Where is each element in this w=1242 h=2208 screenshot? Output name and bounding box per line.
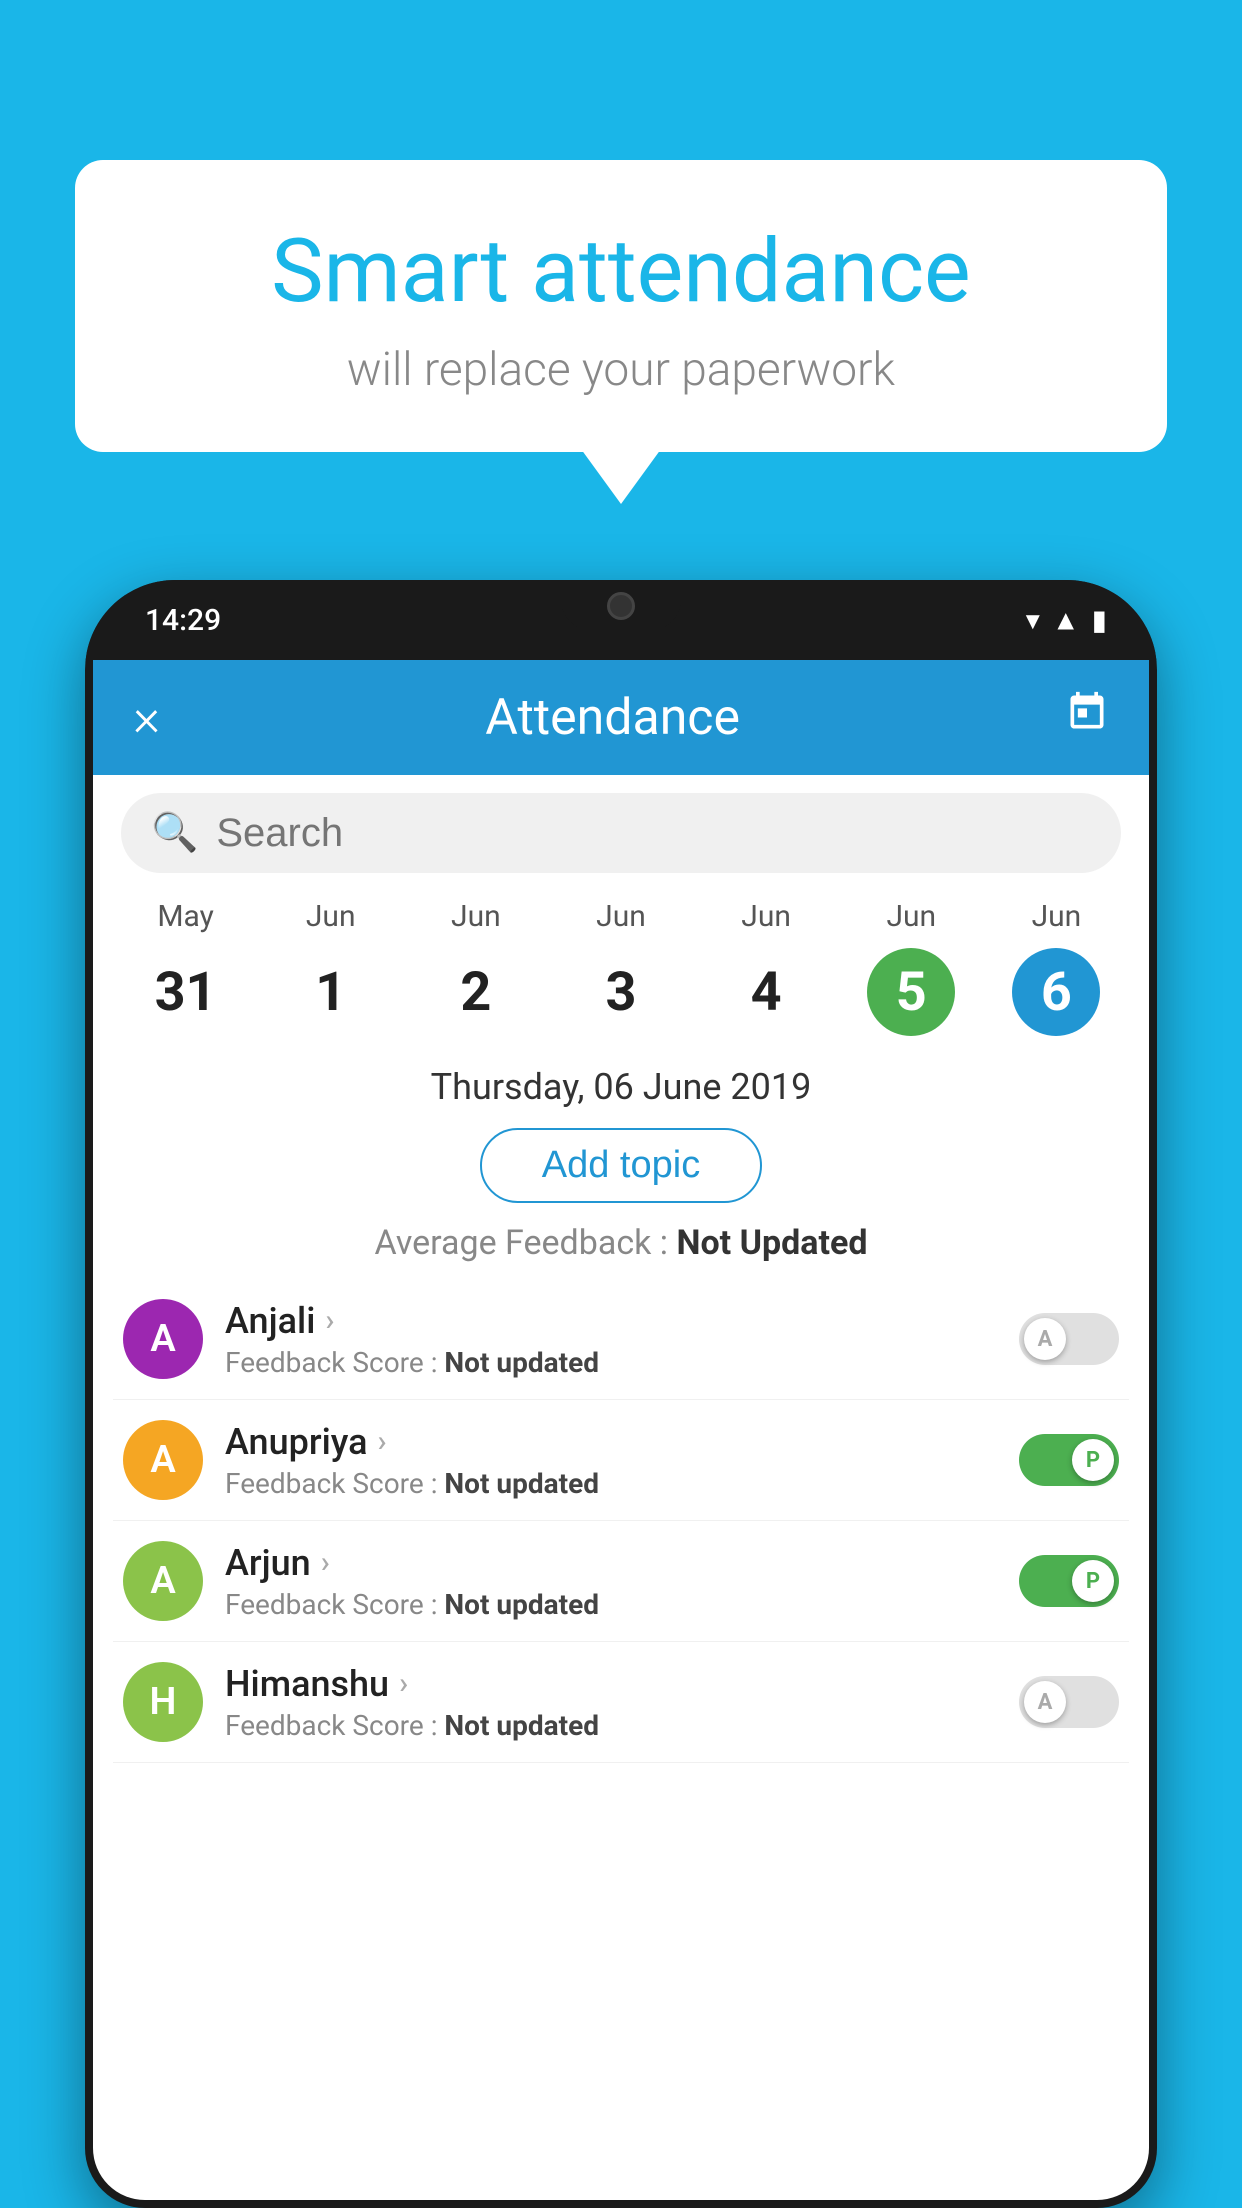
student-row[interactable]: A Arjun › Feedback Score : Not updated P (113, 1521, 1129, 1642)
student-avatar: A (123, 1420, 203, 1500)
month-jun1: Jun (258, 899, 403, 934)
student-row[interactable]: A Anjali › Feedback Score : Not updated … (113, 1279, 1129, 1400)
date-5-today[interactable]: 5 (839, 944, 984, 1040)
toggle-knob: P (1072, 1560, 1114, 1602)
phone-notch (561, 580, 681, 630)
calendar-dates: 31 1 2 3 4 5 6 (93, 934, 1149, 1050)
avg-feedback-label: Average Feedback : (375, 1223, 669, 1263)
calendar-icon[interactable] (1065, 690, 1109, 746)
student-avatar: A (123, 1299, 203, 1379)
speech-bubble: Smart attendance will replace your paper… (75, 160, 1167, 452)
student-row[interactable]: H Himanshu › Feedback Score : Not update… (113, 1642, 1129, 1763)
signal-icon: ▲ (1052, 604, 1080, 637)
front-camera (607, 592, 635, 620)
search-input[interactable] (216, 811, 1091, 856)
attendance-toggle[interactable]: A (1019, 1676, 1119, 1728)
month-jun4: Jun (694, 899, 839, 934)
attendance-toggle[interactable]: A (1019, 1313, 1119, 1365)
selected-date: Thursday, 06 June 2019 (93, 1050, 1149, 1116)
close-button[interactable]: × (133, 687, 160, 748)
month-jun2: Jun (403, 899, 548, 934)
search-icon: 🔍 (151, 811, 198, 855)
phone-frame: 14:29 ▾ ▲ ▮ × Attendance 🔍 (85, 580, 1157, 2208)
date-3[interactable]: 3 (548, 944, 693, 1040)
chevron-right-icon: › (378, 1424, 387, 1459)
feedback-score: Feedback Score : Not updated (225, 1467, 1019, 1500)
month-jun3: Jun (548, 899, 693, 934)
date-31[interactable]: 31 (113, 944, 258, 1040)
avg-feedback-value: Not Updated (676, 1223, 867, 1263)
month-jun6: Jun (984, 899, 1129, 934)
student-info: Arjun › Feedback Score : Not updated (225, 1542, 1019, 1621)
student-info: Himanshu › Feedback Score : Not updated (225, 1663, 1019, 1742)
attendance-toggle[interactable]: P (1019, 1434, 1119, 1486)
student-avatar: H (123, 1662, 203, 1742)
student-info: Anjali › Feedback Score : Not updated (225, 1300, 1019, 1379)
student-name: Anjali › (225, 1300, 1019, 1342)
month-may: May (113, 899, 258, 934)
chevron-right-icon: › (325, 1303, 334, 1338)
status-time: 14:29 (145, 603, 221, 638)
chevron-right-icon: › (321, 1545, 330, 1580)
search-bar[interactable]: 🔍 (121, 793, 1121, 873)
date-2[interactable]: 2 (403, 944, 548, 1040)
date-1[interactable]: 1 (258, 944, 403, 1040)
status-bar: 14:29 ▾ ▲ ▮ (85, 580, 1157, 660)
date-4[interactable]: 4 (694, 944, 839, 1040)
header-title: Attendance (160, 689, 1065, 747)
student-info: Anupriya › Feedback Score : Not updated (225, 1421, 1019, 1500)
student-avatar: A (123, 1541, 203, 1621)
toggle-knob: A (1024, 1681, 1066, 1723)
student-name: Himanshu › (225, 1663, 1019, 1705)
battery-icon: ▮ (1092, 604, 1107, 637)
feedback-score: Feedback Score : Not updated (225, 1588, 1019, 1621)
student-list: A Anjali › Feedback Score : Not updated … (93, 1279, 1149, 1763)
toggle-knob: P (1072, 1439, 1114, 1481)
add-topic-button[interactable]: Add topic (480, 1128, 762, 1203)
feedback-score: Feedback Score : Not updated (225, 1709, 1019, 1742)
wifi-icon: ▾ (1026, 604, 1040, 637)
app-header: × Attendance (93, 660, 1149, 775)
month-jun5: Jun (839, 899, 984, 934)
feedback-score: Feedback Score : Not updated (225, 1346, 1019, 1379)
student-name: Arjun › (225, 1542, 1019, 1584)
phone-screen: × Attendance 🔍 May Jun Jun Jun Jun Jun J… (93, 660, 1149, 2200)
student-name: Anupriya › (225, 1421, 1019, 1463)
date-6-selected[interactable]: 6 (984, 944, 1129, 1040)
calendar-months: May Jun Jun Jun Jun Jun Jun (93, 891, 1149, 934)
average-feedback: Average Feedback : Not Updated (93, 1215, 1149, 1279)
chevron-right-icon: › (399, 1666, 408, 1701)
student-row[interactable]: A Anupriya › Feedback Score : Not update… (113, 1400, 1129, 1521)
bubble-subtitle: will replace your paperwork (145, 343, 1097, 397)
attendance-toggle[interactable]: P (1019, 1555, 1119, 1607)
toggle-knob: A (1024, 1318, 1066, 1360)
status-icons: ▾ ▲ ▮ (1026, 604, 1107, 637)
bubble-title: Smart attendance (145, 220, 1097, 323)
